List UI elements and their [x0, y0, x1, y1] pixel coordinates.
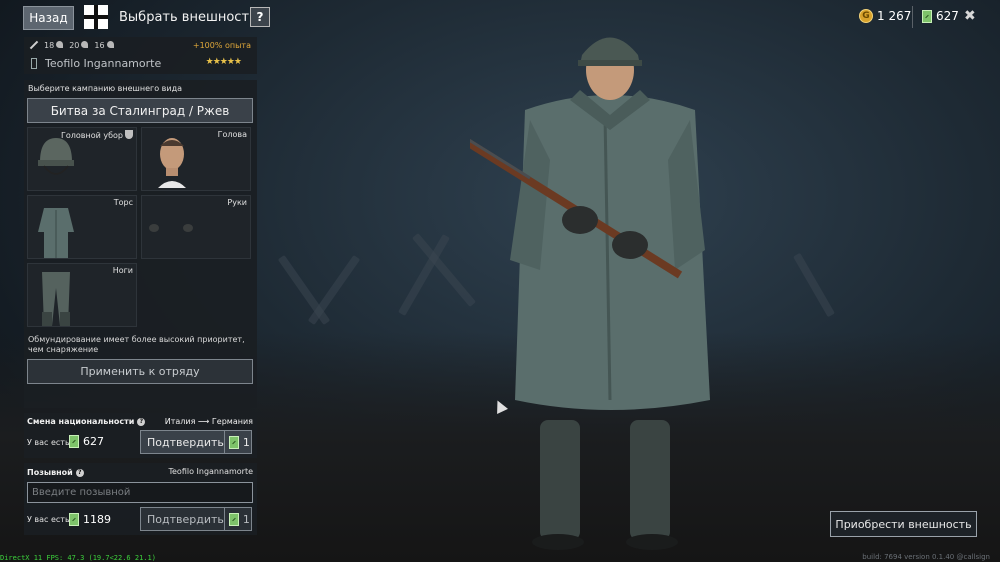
stat-value: 18 — [44, 40, 55, 50]
ticket-icon — [228, 512, 239, 526]
confirm-label: Подтвердить — [147, 512, 224, 526]
skill-icon — [56, 40, 64, 48]
czech-hedgehog-bar — [277, 254, 331, 326]
confirm-nationality-button[interactable]: Подтвердить 1 — [140, 430, 252, 454]
buy-appearance-button[interactable]: Приобрести внешность — [830, 511, 977, 537]
soldier-name: Teofilo Ingannamorte — [45, 57, 162, 70]
confirm-callsign-button[interactable]: Подтвердить 1 — [140, 507, 252, 531]
heart-icon — [106, 40, 114, 48]
skill-icon — [81, 40, 89, 48]
page-title: Выбрать внешность — [119, 10, 257, 25]
wrench-icon — [28, 40, 38, 50]
uniform-priority-note: Обмундирование имеет более высокий приор… — [28, 335, 245, 354]
slot-label-torso: Торс — [113, 198, 133, 207]
trousers-icon — [42, 272, 70, 326]
stat-value: 20 — [69, 40, 80, 50]
gold-balance: G 1 267 — [859, 9, 911, 23]
slot-torso[interactable]: Торс — [27, 195, 137, 259]
slot-headgear[interactable]: Головной убор — [27, 127, 137, 191]
campaign-label: Выберите кампанию внешнего вида — [28, 84, 182, 93]
rank-icon — [31, 58, 37, 69]
callsign-input[interactable] — [27, 482, 253, 503]
callsign-title: Позывной — [27, 468, 73, 477]
campaign-select[interactable]: Битва за Сталинград / Ржев — [27, 98, 253, 123]
soldier-card[interactable]: 18 20 16 +100% опыта Teofilo Ingannamort… — [24, 37, 257, 74]
back-button[interactable]: Назад — [23, 6, 74, 30]
rating-stars: ★★★★★ — [205, 57, 242, 67]
apply-to-squad-button[interactable]: Применить к отряду — [27, 359, 253, 384]
ticket-icon — [69, 435, 79, 448]
ticket-icon — [228, 435, 239, 449]
confirm-price: 1 — [242, 512, 250, 526]
slot-legs[interactable]: Ноги — [27, 263, 137, 327]
xp-bonus: +100% опыта — [192, 41, 251, 50]
divider — [912, 6, 913, 28]
help-icon[interactable]: ? — [75, 468, 84, 477]
helmet-icon — [38, 138, 74, 175]
shield-icon — [125, 130, 133, 139]
head-icon — [158, 138, 186, 188]
nationality-balance-amount: 627 — [83, 435, 104, 448]
slot-label-headgear: Головной убор — [60, 131, 123, 140]
slot-hands[interactable]: Руки — [141, 195, 251, 259]
tickets-balance: 627 — [922, 9, 959, 23]
build-info: build: 7694 version 0.1.40 @callsign — [862, 553, 990, 561]
callsign-panel: Позывной ? Teofilo Ingannamorte У вас ес… — [24, 463, 257, 535]
soldier-stats: 18 20 16 — [28, 40, 114, 50]
debug-fps: DirectX 11 FPS: 47.3 (19.7<22.6 21.1) — [0, 554, 156, 562]
nationality-panel: Смена национальности ? Италия ⟶ Германия… — [24, 413, 257, 458]
have-label: У вас есть — [27, 438, 70, 447]
czech-hedgehog-bar — [793, 252, 835, 318]
tickets-amount: 627 — [936, 9, 959, 23]
gloves-icon — [149, 224, 193, 232]
soldier-model — [470, 37, 710, 550]
callsign-current: Teofilo Ingannamorte — [168, 467, 253, 476]
close-icon[interactable]: ✖ — [964, 8, 976, 24]
ticket-icon — [922, 9, 932, 23]
callsign-balance: 1189 — [69, 513, 111, 526]
help-icon[interactable]: ? — [137, 417, 146, 426]
callsign-balance-amount: 1189 — [83, 513, 111, 526]
balkenkreuz-icon — [84, 5, 108, 29]
have-label: У вас есть — [27, 515, 70, 524]
appearance-panel: Выберите кампанию внешнего вида Битва за… — [24, 80, 257, 408]
slot-label-head: Голова — [217, 130, 247, 139]
stat-value: 16 — [94, 40, 105, 50]
confirm-label: Подтвердить — [147, 435, 224, 449]
help-button[interactable]: ? — [250, 7, 270, 27]
nationality-balance: 627 — [69, 435, 104, 448]
slot-label-legs: Ноги — [112, 266, 133, 275]
nationality-title: Смена национальности — [27, 417, 135, 426]
nationality-change: Италия ⟶ Германия — [164, 417, 253, 426]
slot-head[interactable]: Голова — [141, 127, 251, 191]
gold-amount: 1 267 — [877, 9, 912, 23]
ticket-icon — [69, 513, 79, 526]
slot-label-hands: Руки — [227, 198, 247, 207]
coat-icon — [38, 208, 74, 258]
gold-coin-icon: G — [859, 9, 873, 23]
confirm-price: 1 — [242, 435, 250, 449]
czech-hedgehog-bar — [307, 254, 361, 326]
